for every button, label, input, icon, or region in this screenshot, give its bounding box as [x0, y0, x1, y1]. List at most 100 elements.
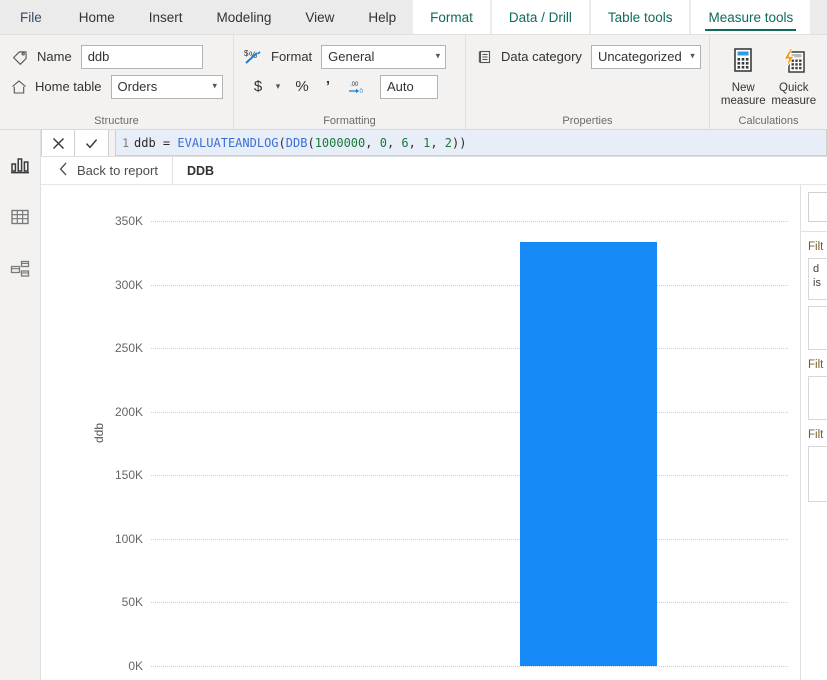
filters-section-1-header: Filt [808, 241, 824, 253]
currency-dropdown-icon[interactable]: ▾ [268, 75, 288, 99]
home-table-value: Orders [117, 79, 158, 94]
formula-cancel-button[interactable] [41, 130, 75, 156]
formula-bar: 1 ddb = EVALUATEANDLOG(DDB(1000000, 0, 6… [41, 130, 827, 157]
tab-view[interactable]: View [288, 0, 351, 34]
gridline [151, 666, 788, 667]
ribbon-group-properties-label: Properties [562, 115, 613, 127]
thousands-separator-button[interactable]: ’ [318, 75, 338, 99]
new-measure-label-line2: measure [720, 95, 766, 107]
data-view-icon [9, 207, 31, 232]
formula-input[interactable]: 1 ddb = EVALUATEANDLOG(DDB(1000000, 0, 6… [115, 130, 827, 156]
format-label: Format [271, 49, 313, 64]
category-icon [476, 47, 494, 67]
active-tab-underline [705, 28, 797, 31]
filter-card-1-line1: d [813, 263, 820, 275]
formula-commit-button[interactable] [75, 130, 109, 156]
filter-card-1[interactable]: d is [808, 258, 827, 300]
data-category-select[interactable]: Uncategorized ▾ [590, 44, 701, 69]
quick-measure-label-line1: Quick [779, 82, 809, 94]
tag-icon [10, 47, 30, 67]
percent-format-button[interactable]: % [292, 75, 312, 99]
ribbon-group-calculations: New measure Quick measure Calculations [709, 35, 827, 129]
tab-measure-tools[interactable]: Measure tools [691, 0, 811, 34]
filter-card-3[interactable] [808, 376, 827, 420]
home-icon [10, 77, 28, 97]
tab-table-tools[interactable]: Table tools [590, 0, 690, 34]
format-value: General [328, 49, 375, 64]
formula-token-fn: DDB [285, 135, 308, 150]
measure-name-value: ddb [87, 49, 110, 64]
filters-pane-divider [801, 231, 827, 232]
filter-card-4[interactable] [808, 446, 827, 502]
filters-section-2-header: Filt [808, 359, 824, 371]
formula-code: ddb = EVALUATEANDLOG(DDB(1000000, 0, 6, … [134, 136, 466, 150]
decimal-places-icon[interactable]: .00 0 [344, 75, 368, 99]
decimal-places-value: Auto [387, 79, 414, 94]
sidebar-item-data-view[interactable] [5, 204, 35, 234]
tab-file[interactable]: File [0, 0, 62, 34]
formula-token-ident: ddb [134, 135, 156, 150]
currency-format-label: $ [253, 78, 263, 95]
filters-pane: Filt d is Filt Filt [800, 185, 827, 680]
formula-token-fn: EVALUATEANDLOG [177, 135, 279, 150]
tab-modeling[interactable]: Modeling [200, 0, 289, 34]
left-nav [0, 130, 41, 680]
decimal-places-stepper[interactable]: Auto [380, 74, 438, 99]
back-to-report-label: Back to report [77, 163, 158, 178]
measure-name-label: Name [37, 49, 72, 64]
tab-help-label: Help [368, 9, 397, 25]
breadcrumb-current: DDB [173, 157, 228, 184]
formula-token-op: = [155, 135, 178, 150]
currency-percent-icon: $ % [244, 47, 264, 67]
measure-name-row: Name ddb [10, 43, 223, 70]
back-to-report-button[interactable]: Back to report [41, 157, 173, 184]
formula-token-op: , [430, 135, 445, 150]
ribbon-group-formatting: $ % Format General ▾ $ ▾ % ’ .000 Auto [233, 35, 465, 129]
formula-token-op: , [386, 135, 402, 150]
tab-home[interactable]: Home [62, 0, 132, 34]
gridline [151, 348, 788, 350]
home-table-select[interactable]: Orders ▾ [110, 74, 223, 99]
new-measure-label-line1: New [731, 82, 755, 94]
format-select[interactable]: General ▾ [321, 44, 447, 69]
y-axis-tick-label: 100K [114, 531, 143, 546]
chevron-left-icon [59, 162, 68, 179]
formula-token-op: , [365, 135, 380, 150]
formula-line-number: 1 [116, 135, 134, 150]
gridline [151, 602, 788, 604]
ribbon-group-calculations-label: Calculations [738, 115, 799, 127]
formula-token-num: 6 [401, 135, 409, 150]
chevron-down-icon: ▾ [435, 49, 441, 60]
plot-area [151, 185, 788, 680]
bar[interactable] [520, 242, 658, 666]
home-table-label: Home table [35, 79, 102, 94]
breadcrumb: Back to report DDB [41, 157, 827, 185]
y-axis-tick-label: 200K [114, 404, 143, 419]
y-axis-tick-label: 0K [128, 659, 143, 673]
visual-icon[interactable] [808, 192, 827, 222]
formula-token-op: , [408, 135, 424, 150]
bar-chart-visual[interactable]: ddb 0K 50K 100K 150K 200K 250K 300K 350K [41, 185, 800, 680]
tab-insert[interactable]: Insert [132, 0, 200, 34]
y-axis-tick-label: 150K [114, 468, 143, 483]
filters-section-3-header: Filt [808, 429, 824, 441]
tab-data-drill[interactable]: Data / Drill [491, 0, 589, 34]
tab-home-label: Home [78, 9, 115, 25]
sidebar-item-model-view[interactable] [5, 256, 35, 286]
main-area: 1 ddb = EVALUATEANDLOG(DDB(1000000, 0, 6… [0, 130, 827, 680]
report-view-icon [9, 155, 31, 180]
formula-token-paren: )) [452, 135, 467, 150]
tab-insert-label: Insert [148, 9, 183, 25]
tab-view-label: View [305, 9, 335, 25]
sidebar-item-report-view[interactable] [5, 152, 35, 182]
format-buttons-row: $ ▾ % ’ .000 Auto ▲ ▼ [244, 73, 455, 100]
filter-card-2[interactable] [808, 306, 827, 350]
tab-help[interactable]: Help [351, 0, 413, 34]
chevron-down-icon: ▾ [690, 49, 695, 60]
y-axis-tick-label: 300K [114, 277, 143, 292]
tab-format[interactable]: Format [413, 0, 490, 34]
currency-format-button[interactable]: $ [248, 75, 268, 99]
format-row: $ % Format General ▾ [244, 43, 455, 70]
svg-text:0: 0 [360, 89, 364, 95]
measure-name-input[interactable]: ddb [80, 44, 203, 69]
